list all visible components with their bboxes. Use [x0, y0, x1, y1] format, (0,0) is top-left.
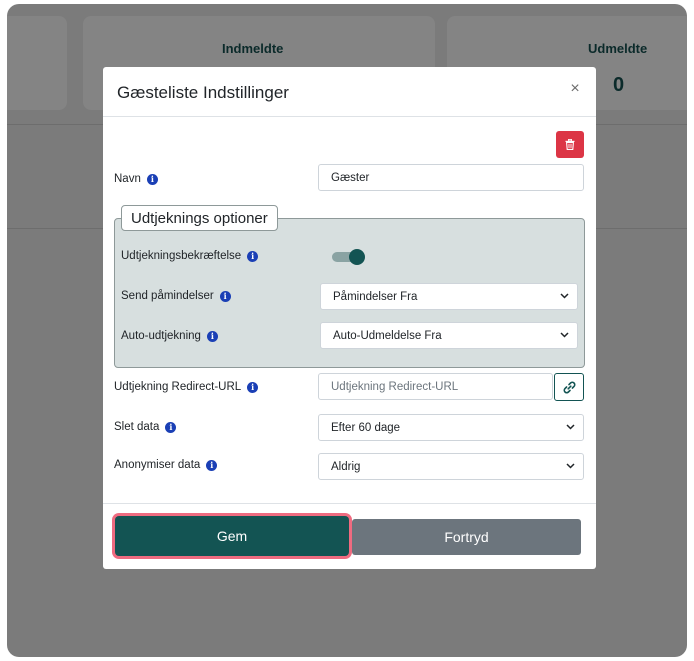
delete-data-label: Slet data i — [114, 421, 177, 433]
info-icon[interactable]: i — [247, 381, 259, 393]
stat-value: 0 — [613, 74, 625, 96]
info-icon[interactable]: i — [165, 421, 177, 433]
chevron-down-icon — [566, 463, 575, 469]
name-input[interactable]: Gæster — [318, 164, 584, 191]
anonymize-select[interactable]: Aldrig — [318, 453, 584, 480]
modal-header: Gæsteliste Indstillinger × — [103, 67, 596, 117]
info-icon[interactable]: i — [146, 173, 158, 185]
redirect-url-input[interactable]: Udtjekning Redirect-URL — [318, 373, 553, 400]
checkout-confirmation-label: Udtjekningsbekræftelse i — [121, 250, 259, 262]
stat-card-partial — [7, 16, 67, 110]
footer-divider — [103, 503, 596, 504]
cancel-button[interactable]: Fortryd — [352, 519, 581, 555]
trash-icon — [565, 139, 575, 150]
auto-checkout-select[interactable]: Auto-Udmeldelse Fra — [320, 322, 578, 349]
close-icon[interactable]: × — [566, 80, 584, 98]
info-icon[interactable]: i — [247, 250, 259, 262]
guestlist-settings-modal: Gæsteliste Indstillinger × Navn i Gæster… — [103, 67, 596, 569]
stat-label: Udmeldte — [588, 41, 648, 56]
anonymize-label: Anonymiser data i — [114, 459, 218, 471]
info-icon[interactable]: i — [219, 290, 231, 302]
link-button[interactable] — [554, 373, 584, 401]
name-label: Navn i — [114, 173, 158, 185]
stat-label: Indmeldte — [222, 41, 284, 56]
chevron-down-icon — [566, 424, 575, 430]
fieldset-legend: Udtjeknings optioner — [121, 205, 278, 231]
checkout-confirmation-toggle[interactable] — [332, 249, 365, 265]
chevron-down-icon — [560, 293, 569, 299]
link-icon — [563, 381, 575, 393]
auto-checkout-label: Auto-udtjekning i — [121, 330, 218, 342]
info-icon[interactable]: i — [206, 459, 218, 471]
redirect-url-label: Udtjekning Redirect-URL i — [114, 381, 259, 393]
reminders-select[interactable]: Påmindelser Fra — [320, 283, 578, 310]
info-icon[interactable]: i — [206, 330, 218, 342]
save-button[interactable]: Gem — [115, 516, 349, 556]
delete-button[interactable] — [556, 131, 584, 158]
toggle-knob — [349, 249, 365, 265]
modal-title: Gæsteliste Indstillinger — [117, 83, 289, 102]
reminders-label: Send påmindelser i — [121, 290, 231, 302]
delete-data-select[interactable]: Efter 60 dage — [318, 414, 584, 441]
chevron-down-icon — [560, 332, 569, 338]
